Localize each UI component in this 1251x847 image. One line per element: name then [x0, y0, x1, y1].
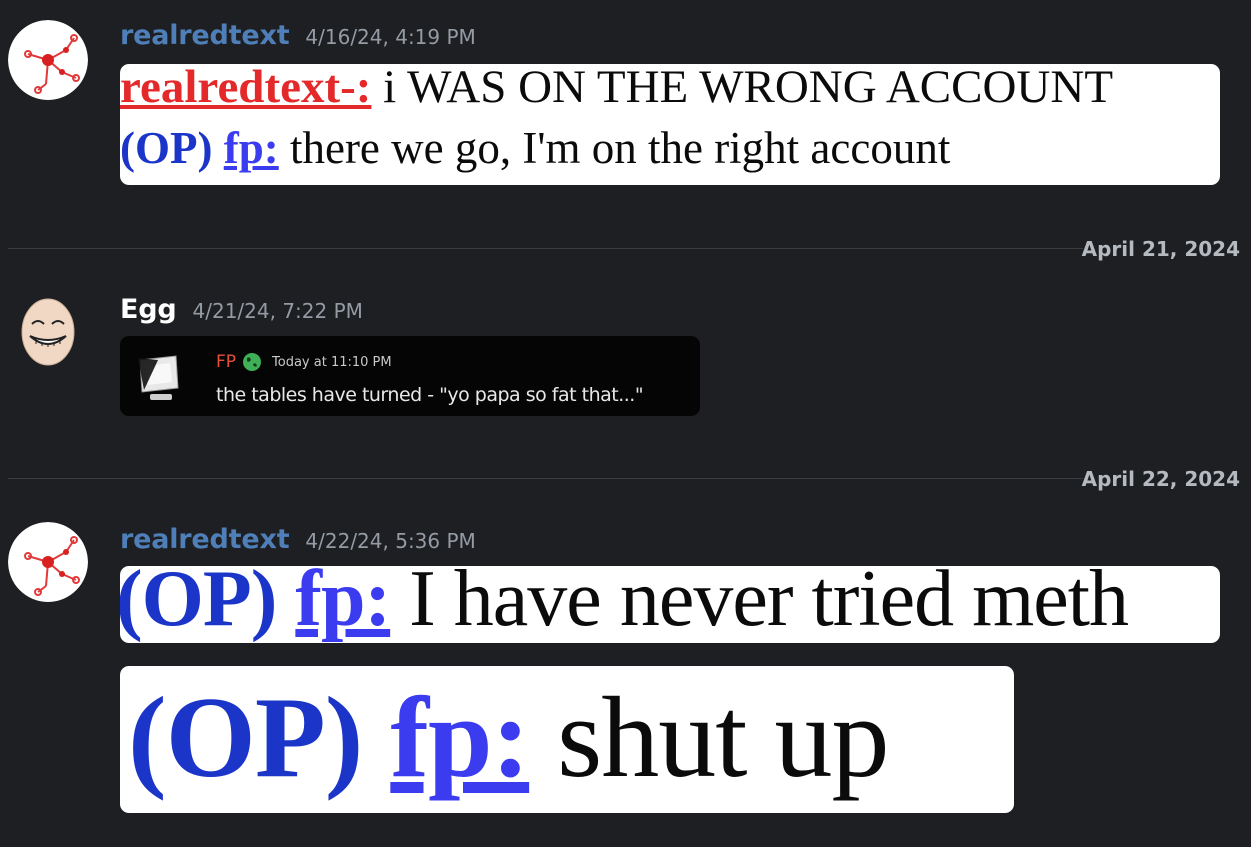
embed-author: FP [216, 352, 237, 372]
computer-monitor-icon [138, 355, 179, 400]
fp-label: fp: [390, 674, 530, 802]
username[interactable]: realredtext [120, 20, 290, 51]
image-attachment[interactable]: realredtext-: i WAS ON THE WRONG ACCOUNT… [120, 64, 1220, 185]
quote-embed-image[interactable]: FP Today at 11:10 PM the tables have tur… [120, 336, 700, 416]
red-molecule-avatar-icon [8, 20, 88, 100]
image-text: there we go, I'm on the right account [278, 123, 951, 173]
embed-text: the tables have turned - "yo papa so fat… [216, 384, 644, 406]
op-label: (OP) [120, 566, 277, 643]
embed-meta: FP Today at 11:10 PM [216, 352, 392, 372]
fp-label: fp: [223, 123, 279, 173]
timestamp: 4/21/24, 7:22 PM [192, 299, 363, 323]
divider-rule [8, 248, 1083, 249]
fp-label: fp: [295, 566, 391, 643]
user-avatar-egg[interactable] [8, 290, 88, 370]
image-line-1: realredtext-: i WAS ON THE WRONG ACCOUNT [120, 64, 1113, 114]
image-attachment[interactable]: (OP) fp: I have never tried meth [120, 566, 1220, 643]
divider-date: April 22, 2024 [1081, 467, 1240, 491]
globe-icon [243, 353, 262, 371]
username[interactable]: realredtext [120, 524, 290, 555]
image-line-2: (OP) fp: there we go, I'm on the right a… [120, 122, 950, 174]
image-line: (OP) fp: shut up [128, 672, 890, 805]
date-divider: April 22, 2024 [8, 467, 1248, 491]
op-label: (OP) [128, 674, 363, 802]
message-header: Egg 4/21/24, 7:22 PM [120, 294, 363, 325]
divider-rule [8, 478, 1083, 479]
image-line: (OP) fp: I have never tried meth [120, 566, 1129, 643]
timestamp: 4/16/24, 4:19 PM [305, 25, 476, 49]
image-text: I have never tried meth [390, 566, 1129, 643]
user-avatar-realredtext[interactable] [8, 522, 88, 602]
timestamp: 4/22/24, 5:36 PM [305, 529, 476, 553]
date-divider: April 21, 2024 [8, 237, 1248, 261]
op-label: (OP) [120, 123, 213, 173]
realredtext-label: realredtext-: [120, 64, 372, 113]
image-text: i WAS ON THE WRONG ACCOUNT [371, 64, 1114, 113]
user-avatar-realredtext[interactable] [8, 20, 88, 100]
embed-timestamp: Today at 11:10 PM [272, 354, 392, 370]
image-text: shut up [529, 674, 889, 802]
trollface-egg-avatar-icon [8, 290, 88, 370]
message-header: realredtext 4/16/24, 4:19 PM [120, 20, 476, 51]
username[interactable]: Egg [120, 294, 177, 325]
red-molecule-avatar-icon [8, 522, 88, 602]
divider-date: April 21, 2024 [1081, 237, 1240, 261]
message-header: realredtext 4/22/24, 5:36 PM [120, 524, 476, 555]
chat-log: realredtext 4/16/24, 4:19 PM realredtext… [0, 0, 1251, 847]
image-attachment[interactable]: (OP) fp: shut up [120, 666, 1014, 813]
